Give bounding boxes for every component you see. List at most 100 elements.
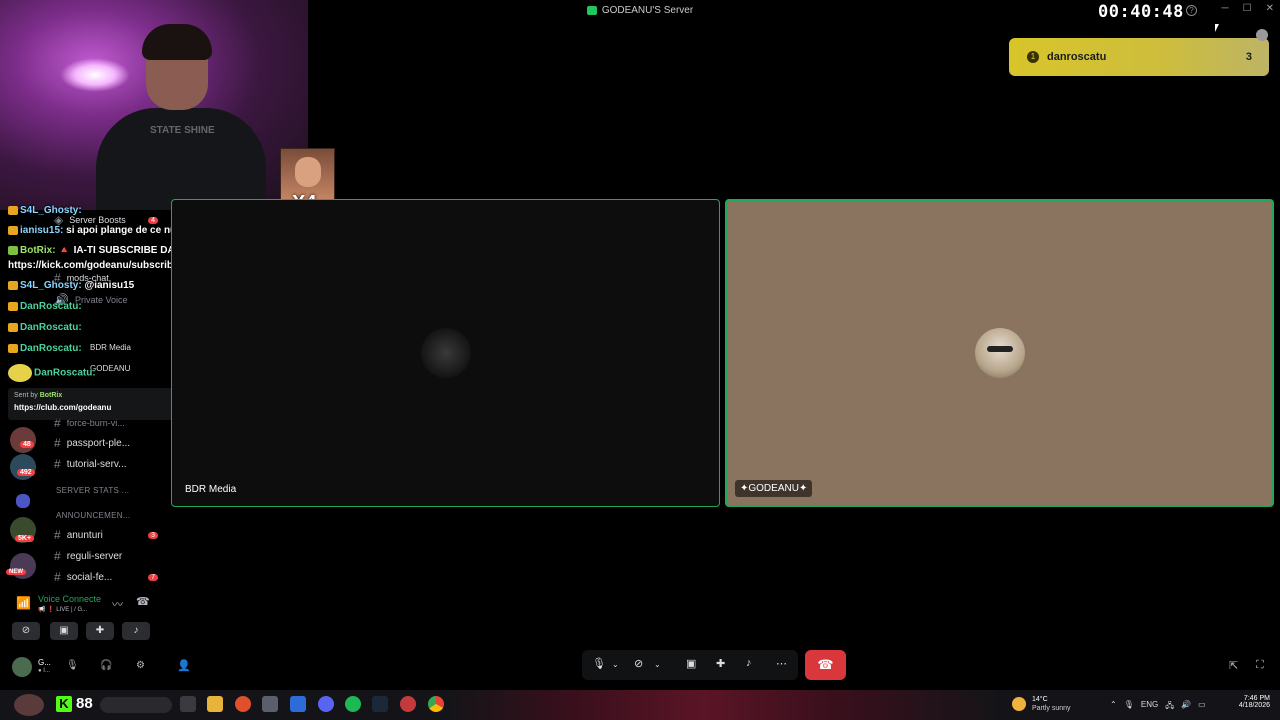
badge-icon xyxy=(8,343,18,353)
system-clock[interactable]: 7:46 PM 4/18/2026 xyxy=(1234,695,1270,709)
participant-name: BDR Media xyxy=(185,484,237,495)
activities-icon[interactable]: ✚ xyxy=(716,657,725,670)
chrome-icon[interactable] xyxy=(428,696,444,712)
app-icon[interactable] xyxy=(400,696,416,712)
mention-badge: 48 xyxy=(20,441,34,448)
people-icon[interactable]: 👤 xyxy=(177,659,191,672)
minimize-icon[interactable]: ─ xyxy=(1222,3,1229,14)
channel-anunturi[interactable]: # anunturi 3 xyxy=(46,528,166,542)
task-view-icon[interactable] xyxy=(180,696,196,712)
network-icon[interactable]: 🖧 xyxy=(1165,700,1174,714)
streamer-hair xyxy=(142,24,212,60)
screen-share-icon[interactable]: ▣ xyxy=(686,657,696,670)
notification-count: 3 xyxy=(1245,51,1252,63)
settings-icon[interactable] xyxy=(262,696,278,712)
chat-message: DanRoscatu: xyxy=(8,301,82,312)
chat-message: DanRoscatu: xyxy=(8,343,82,354)
brave-browser-icon[interactable] xyxy=(235,696,251,712)
mention-badge: 492 xyxy=(17,469,35,476)
pop-out-icon[interactable]: ⇱ xyxy=(1229,659,1238,672)
channel-reguli-server[interactable]: # reguli-server xyxy=(46,549,166,563)
disconnect-icon[interactable]: ☎ xyxy=(136,595,150,608)
leaderboard-notification: 1 danroscatu 3 xyxy=(1009,38,1269,76)
window-title: GODEANU'S Server xyxy=(601,4,694,16)
chat-message: S4L_Ghosty: xyxy=(8,205,82,216)
voice-status[interactable]: Voice Connecte xyxy=(38,594,101,604)
hash-icon: # xyxy=(54,570,61,584)
settings-gear-icon[interactable]: ⚙ xyxy=(136,660,145,671)
channel-social-feed[interactable]: # social-fe... 7 xyxy=(46,570,166,584)
screen-share-button[interactable]: ▣ xyxy=(50,622,78,640)
server-icon[interactable] xyxy=(10,454,36,480)
chevron-down-icon[interactable]: ⌄ xyxy=(654,660,661,669)
streamer-body xyxy=(96,108,266,210)
chevron-down-icon[interactable]: ⌄ xyxy=(612,660,619,669)
chat-message: S4L_Ghosty: @ianisu15 xyxy=(8,280,134,291)
channel-passport[interactable]: # passport-ple... xyxy=(46,436,166,450)
volume-icon[interactable]: 🔊 xyxy=(1181,700,1191,714)
rank-icon: 1 xyxy=(1027,51,1039,63)
call-controls: 🎙 ⌄ ⊘ ⌄ ▣ ✚ ♪ ⋯ xyxy=(582,650,798,680)
microphone-icon[interactable]: 🎙 xyxy=(592,657,606,670)
signal-icon: 📶 xyxy=(16,596,31,610)
kick-viewer-count: 88 xyxy=(76,695,93,712)
discord-icon[interactable] xyxy=(318,696,334,712)
camera-off-icon[interactable]: ⊘ xyxy=(634,657,643,670)
notification-user: danroscatu xyxy=(1047,51,1107,63)
badge-icon xyxy=(8,225,18,235)
hash-icon: # xyxy=(54,436,61,450)
badge-icon xyxy=(8,322,18,332)
voice-channel: 📢 ❗ LIVE | / G... xyxy=(38,607,88,613)
weather-description: Partly sunny xyxy=(1032,705,1071,712)
help-icon[interactable]: ? xyxy=(1186,5,1197,16)
webcam-feed: STATE SHINE xyxy=(0,0,308,210)
close-icon[interactable]: ✕ xyxy=(1266,3,1274,14)
category-announcements[interactable]: ANNOUNCEMEN... xyxy=(56,511,130,520)
more-icon[interactable]: ⋯ xyxy=(776,657,787,670)
maximize-icon[interactable]: ☐ xyxy=(1243,3,1252,14)
voice-connected-panel: 📶 Voice Connecte 📢 ❗ LIVE | / G... 〰 ☎ ⊘… xyxy=(6,590,156,646)
chat-message: DanRoscatu: xyxy=(8,364,96,382)
file-explorer-icon[interactable] xyxy=(207,696,223,712)
status-dot xyxy=(1256,29,1268,41)
taskbar-search[interactable] xyxy=(100,697,172,713)
spotify-icon[interactable] xyxy=(345,696,361,712)
server-icon[interactable] xyxy=(10,553,36,579)
soundboard-icon[interactable]: ♪ xyxy=(746,657,752,669)
mention-badge: 5K+ xyxy=(15,535,35,542)
bot-icon xyxy=(8,245,18,255)
video-tile-bdr-media[interactable]: BDR Media xyxy=(171,199,720,507)
avatar xyxy=(8,364,32,382)
microphone-tray-icon[interactable]: 🎙 xyxy=(1124,700,1134,714)
system-tray: ⌃ 🎙 ENG 🖧 🔊 ▭ xyxy=(1110,700,1206,714)
channel-tutorial[interactable]: # tutorial-serv... xyxy=(46,457,166,471)
new-badge: NEW xyxy=(6,569,26,575)
participant-avatar xyxy=(420,328,471,378)
soundboard-button[interactable]: ♪ xyxy=(122,622,150,640)
clock-date: 4/18/2026 xyxy=(1238,702,1270,709)
chevron-up-icon[interactable]: ⌃ xyxy=(1110,700,1117,714)
microphone-icon[interactable]: 🎙 xyxy=(66,660,79,671)
mouse-cursor-icon xyxy=(1215,24,1219,32)
fullscreen-icon[interactable]: ⛶ xyxy=(1256,659,1264,672)
avatar[interactable] xyxy=(12,657,32,677)
weather-icon[interactable] xyxy=(1012,697,1026,711)
server-icon[interactable] xyxy=(10,427,36,453)
badge-icon xyxy=(8,301,18,311)
streamer-avatar xyxy=(14,694,44,716)
video-tile-godeanu[interactable]: ✦GODEANU✦ xyxy=(725,199,1274,507)
steam-icon[interactable] xyxy=(372,696,388,712)
badge-icon xyxy=(8,205,18,215)
camera-off-button[interactable]: ⊘ xyxy=(12,622,40,640)
folder-icon[interactable] xyxy=(16,494,30,508)
noise-icon[interactable]: 〰 xyxy=(112,596,123,612)
activities-button[interactable]: ✚ xyxy=(86,622,114,640)
store-icon[interactable] xyxy=(290,696,306,712)
battery-icon[interactable]: ▭ xyxy=(1198,700,1206,714)
category-server-stats[interactable]: SERVER STATS ... xyxy=(56,486,129,495)
weather-temperature: 14°C xyxy=(1032,696,1048,703)
headphones-icon[interactable]: 🎧 xyxy=(100,660,112,671)
participant-avatar xyxy=(974,328,1025,378)
hang-up-button[interactable]: ☎ xyxy=(805,650,846,680)
language-indicator[interactable]: ENG xyxy=(1141,700,1158,714)
